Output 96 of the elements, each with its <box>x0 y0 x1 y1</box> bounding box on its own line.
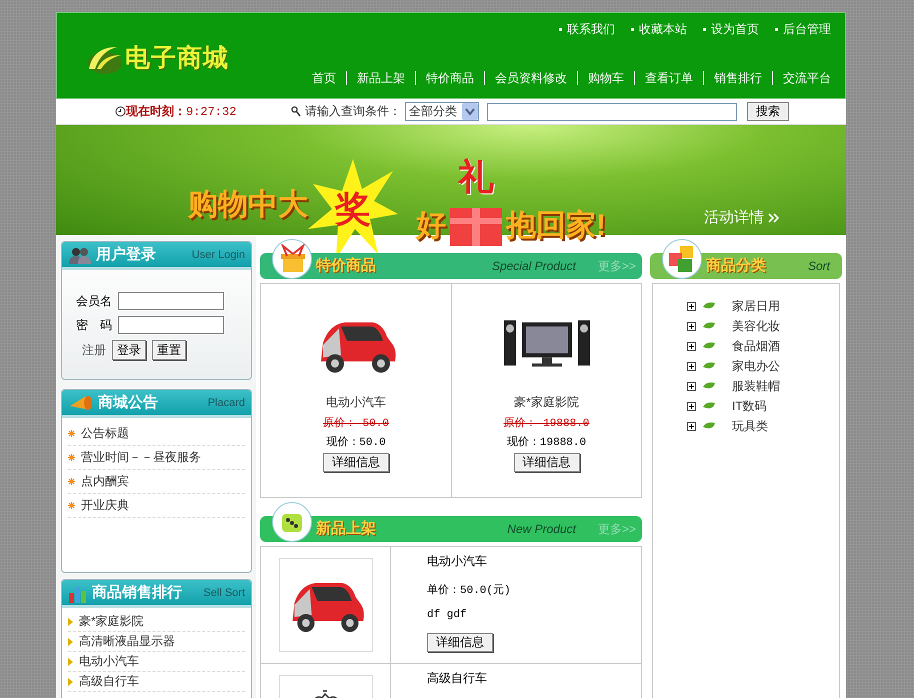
top-link[interactable]: 联系我们 <box>559 21 615 38</box>
password-field[interactable] <box>118 316 224 334</box>
section-title: 特价商品 <box>316 256 376 276</box>
product-name[interactable]: 电动小汽车 <box>427 553 487 570</box>
product-name[interactable]: 豪*家庭影院 <box>514 394 579 411</box>
leaf-icon <box>702 381 716 391</box>
original-price: 原价： 50.0 <box>322 416 389 430</box>
details-button[interactable]: 详细信息 <box>323 453 389 472</box>
top-link[interactable]: 收藏本站 <box>631 21 687 38</box>
form-button[interactable]: 登录 <box>112 340 146 360</box>
product-name[interactable]: 电动小汽车 <box>326 394 386 411</box>
section-subtitle: Special Product <box>492 258 576 275</box>
list-link[interactable]: 营业时间－－昼夜服务 <box>81 449 201 466</box>
asterisk-bullet-icon <box>68 478 75 485</box>
asterisk-bullet-icon <box>68 454 75 461</box>
category-dropdown[interactable]: 全部分类 <box>405 102 479 121</box>
banner-headline: 购物中大 <box>188 186 308 222</box>
category-link[interactable]: 服装鞋帽 <box>732 378 780 394</box>
leaf-icon <box>702 341 716 351</box>
expand-icon[interactable] <box>687 302 696 310</box>
panel-subtitle: Sell Sort <box>203 586 245 598</box>
original-price: 原价： 19888.0 <box>504 416 590 430</box>
double-chevron-icon <box>768 212 780 222</box>
nav-link[interactable]: 交流平台 <box>772 71 831 85</box>
list-link[interactable]: 高清晰液晶显示器 <box>79 633 175 650</box>
clock-time: 9:27:32 <box>186 104 236 118</box>
username-field[interactable] <box>118 292 224 310</box>
section-title: 新品上架 <box>316 519 376 539</box>
section-subtitle: Sort <box>808 258 830 275</box>
expand-icon[interactable] <box>687 382 696 390</box>
details-button[interactable]: 详细信息 <box>514 453 580 472</box>
leaf-icon <box>702 361 716 371</box>
triangle-bullet-icon <box>68 618 73 626</box>
panel-title: 商城公告 <box>98 393 158 412</box>
section-title: 商品分类 <box>706 256 766 276</box>
expand-icon[interactable] <box>687 422 696 430</box>
category-link[interactable]: 家电办公 <box>732 358 780 374</box>
leaf-icon <box>702 421 716 431</box>
banner-headline: 抱回家! <box>506 208 606 244</box>
search-field[interactable] <box>487 102 737 120</box>
top-link[interactable]: 设为首页 <box>703 21 759 38</box>
search-button[interactable]: 搜索 <box>747 102 789 121</box>
section-subtitle: New Product <box>507 521 576 538</box>
panel-title: 用户登录 <box>96 245 156 264</box>
current-price: 现价：50.0 <box>326 435 386 449</box>
product-name[interactable]: 高级自行车 <box>427 670 487 687</box>
panel-subtitle: User Login <box>192 248 245 260</box>
expand-icon[interactable] <box>687 362 696 370</box>
nav-link[interactable]: 新品上架 <box>346 71 415 85</box>
expand-icon[interactable] <box>687 322 696 330</box>
clock-label: 现在时刻： <box>126 103 186 120</box>
asterisk-bullet-icon <box>68 502 75 509</box>
nav-link[interactable]: 购物车 <box>577 71 634 85</box>
search-icon <box>291 106 301 118</box>
triangle-bullet-icon <box>68 658 73 666</box>
category-link[interactable]: 食品烟酒 <box>732 338 780 354</box>
leaf-icon <box>702 401 716 411</box>
list-link[interactable]: 高级自行车 <box>79 673 139 690</box>
details-button[interactable]: 详细信息 <box>427 633 493 652</box>
banner-headline: 好 <box>416 208 446 244</box>
category-link[interactable]: 家居日用 <box>732 298 780 314</box>
list-link[interactable]: 公告标题 <box>81 425 129 442</box>
list-link[interactable]: 点内酬宾 <box>81 473 129 490</box>
clock-icon <box>115 106 126 117</box>
nav-link[interactable]: 销售排行 <box>703 71 772 85</box>
current-price: 现价：19888.0 <box>506 435 586 449</box>
product-description: df gdf <box>427 609 467 621</box>
unit-price: 单价：50.0(元) <box>427 583 511 597</box>
expand-icon[interactable] <box>687 402 696 410</box>
panel-subtitle: Placard <box>208 396 245 408</box>
triangle-bullet-icon <box>68 678 73 686</box>
nav-link[interactable]: 首页 <box>302 71 346 85</box>
list-link[interactable]: 电动小汽车 <box>79 653 139 670</box>
category-link[interactable]: IT数码 <box>732 398 767 414</box>
password-label: 密 码 <box>76 316 113 334</box>
asterisk-bullet-icon <box>68 430 75 437</box>
leaf-icon <box>702 301 716 311</box>
register-link[interactable]: 注册 <box>82 342 106 358</box>
category-link[interactable]: 玩具类 <box>732 418 768 434</box>
username-label: 会员名 <box>76 292 113 310</box>
leaf-icon <box>702 321 716 331</box>
form-button[interactable]: 重置 <box>152 340 186 360</box>
nav-link[interactable]: 查看订单 <box>634 71 703 85</box>
search-prompt: 请输入查询条件： <box>305 103 401 120</box>
megaphone-icon <box>68 394 94 412</box>
banner-highlight: 礼 <box>458 155 494 199</box>
banner-highlight: 奖 <box>335 186 371 230</box>
nav-link[interactable]: 会员资料修改 <box>484 71 577 85</box>
expand-icon[interactable] <box>687 342 696 350</box>
panel-title: 商品销售排行 <box>92 583 182 602</box>
users-icon <box>68 246 92 264</box>
list-link[interactable]: 开业庆典 <box>81 497 129 514</box>
list-link[interactable]: 豪*家庭影院 <box>79 613 144 630</box>
category-link[interactable]: 美容化妆 <box>732 318 780 334</box>
triangle-bullet-icon <box>68 638 73 646</box>
nav-link[interactable]: 特价商品 <box>415 71 484 85</box>
